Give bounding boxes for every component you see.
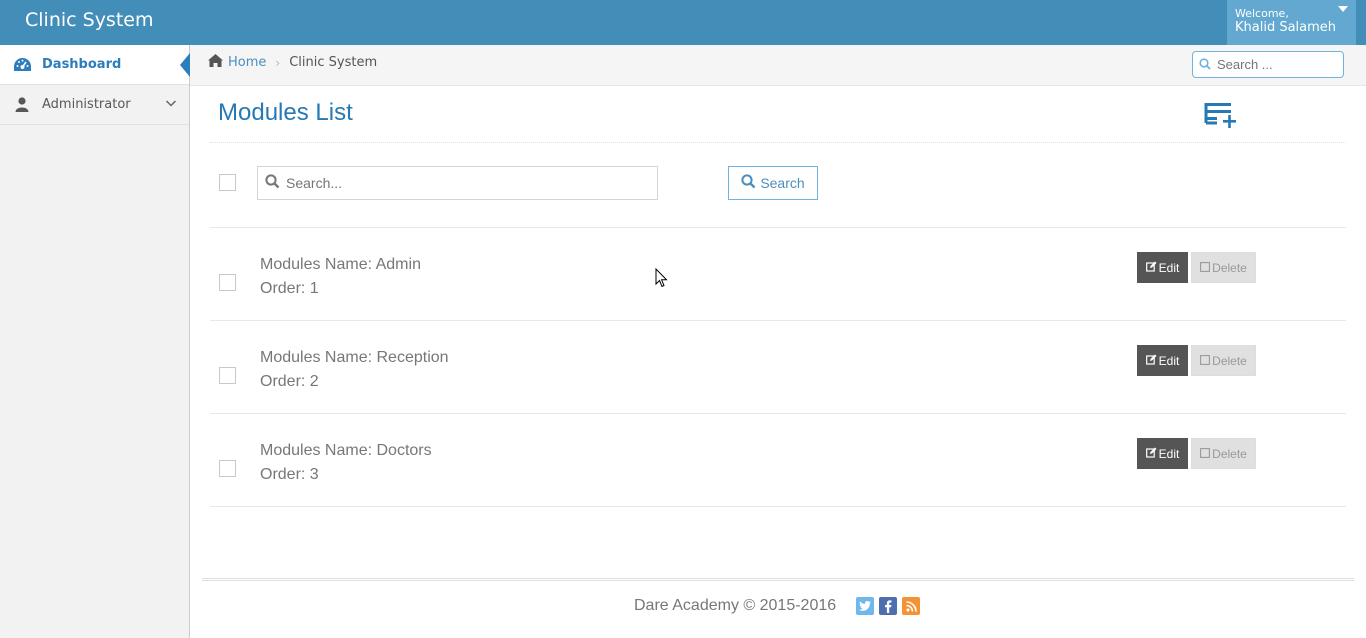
edit-label: Edit: [1158, 353, 1180, 368]
divider: [210, 320, 1346, 321]
divider: [210, 506, 1346, 507]
select-all-checkbox[interactable]: [219, 174, 236, 191]
search-input[interactable]: [286, 175, 646, 191]
sidebar: Dashboard Administrator: [0, 45, 190, 638]
add-module-icon[interactable]: [1204, 100, 1238, 134]
list-item: Modules Name: Doctors Order: 3: [260, 439, 432, 487]
module-name: Modules Name: Admin: [260, 256, 421, 273]
edit-icon: [1145, 261, 1157, 275]
delete-icon: [1200, 261, 1211, 275]
module-name: Modules Name: Reception: [260, 349, 449, 366]
row-checkbox[interactable]: [219, 460, 236, 477]
search-icon: [265, 173, 280, 193]
footer-text: Dare Academy © 2015-2016: [634, 597, 837, 614]
footer: Dare Academy © 2015-2016: [634, 597, 921, 615]
row-checkbox[interactable]: [219, 274, 236, 291]
sidebar-item-administrator[interactable]: Administrator: [0, 85, 189, 125]
sidebar-item-label: Dashboard: [42, 57, 122, 72]
breadcrumb-current: Clinic System: [289, 55, 378, 70]
delete-button[interactable]: Delete: [1191, 345, 1256, 376]
edit-label: Edit: [1158, 446, 1180, 461]
search-button[interactable]: Search: [728, 166, 818, 200]
rss-icon[interactable]: [902, 597, 921, 615]
chevron-right-icon: ›: [275, 55, 281, 70]
sidebar-item-dashboard[interactable]: Dashboard: [0, 45, 190, 85]
nav-search-input[interactable]: [1217, 57, 1337, 72]
top-navbar: Clinic System Welcome, Khalid Salameh: [0, 0, 1366, 45]
row-checkbox[interactable]: [219, 367, 236, 384]
breadcrumb-bar: Home › Clinic System: [190, 45, 1366, 86]
breadcrumb-home-link[interactable]: Home: [228, 55, 266, 70]
module-order: Order: 3: [260, 466, 319, 483]
page-title: Modules List: [218, 99, 353, 126]
search-button-label: Search: [760, 175, 805, 191]
delete-button[interactable]: Delete: [1191, 438, 1256, 469]
search-icon: [1199, 55, 1211, 74]
module-order: Order: 2: [260, 373, 319, 390]
social-links: [856, 597, 921, 615]
divider: [210, 227, 1346, 228]
delete-button[interactable]: Delete: [1191, 252, 1256, 283]
edit-label: Edit: [1158, 260, 1180, 275]
app-title[interactable]: Clinic System: [25, 9, 153, 31]
edit-icon: [1145, 447, 1157, 461]
delete-label: Delete: [1212, 260, 1247, 275]
user-icon: [12, 97, 32, 112]
edit-button[interactable]: Edit: [1137, 438, 1188, 469]
user-name: Khalid Salameh: [1235, 20, 1337, 35]
module-order: Order: 1: [260, 280, 319, 297]
chevron-down-icon: [165, 97, 177, 113]
search-icon: [741, 174, 756, 192]
header-divider: [210, 142, 1346, 143]
mouse-cursor-icon: [655, 267, 669, 293]
list-item: Modules Name: Reception Order: 2: [260, 346, 449, 394]
delete-icon: [1200, 354, 1211, 368]
divider: [210, 413, 1346, 414]
edit-icon: [1145, 354, 1157, 368]
module-name: Modules Name: Doctors: [260, 442, 432, 459]
edit-button[interactable]: Edit: [1137, 252, 1188, 283]
delete-icon: [1200, 447, 1211, 461]
delete-label: Delete: [1212, 353, 1247, 368]
user-menu[interactable]: Welcome, Khalid Salameh: [1227, 0, 1356, 45]
footer-divider: [202, 578, 1354, 581]
edit-button[interactable]: Edit: [1137, 345, 1188, 376]
caret-down-icon: [1338, 6, 1348, 12]
breadcrumb: Home › Clinic System: [207, 53, 377, 72]
nav-search: [1192, 51, 1344, 78]
twitter-icon[interactable]: [856, 597, 875, 615]
list-item: Modules Name: Admin Order: 1: [260, 253, 421, 301]
list-search: [257, 166, 658, 200]
delete-label: Delete: [1212, 446, 1247, 461]
facebook-icon[interactable]: [879, 597, 898, 615]
sidebar-item-label: Administrator: [42, 97, 131, 112]
dashboard-icon: [12, 57, 32, 73]
home-icon: [207, 53, 224, 72]
